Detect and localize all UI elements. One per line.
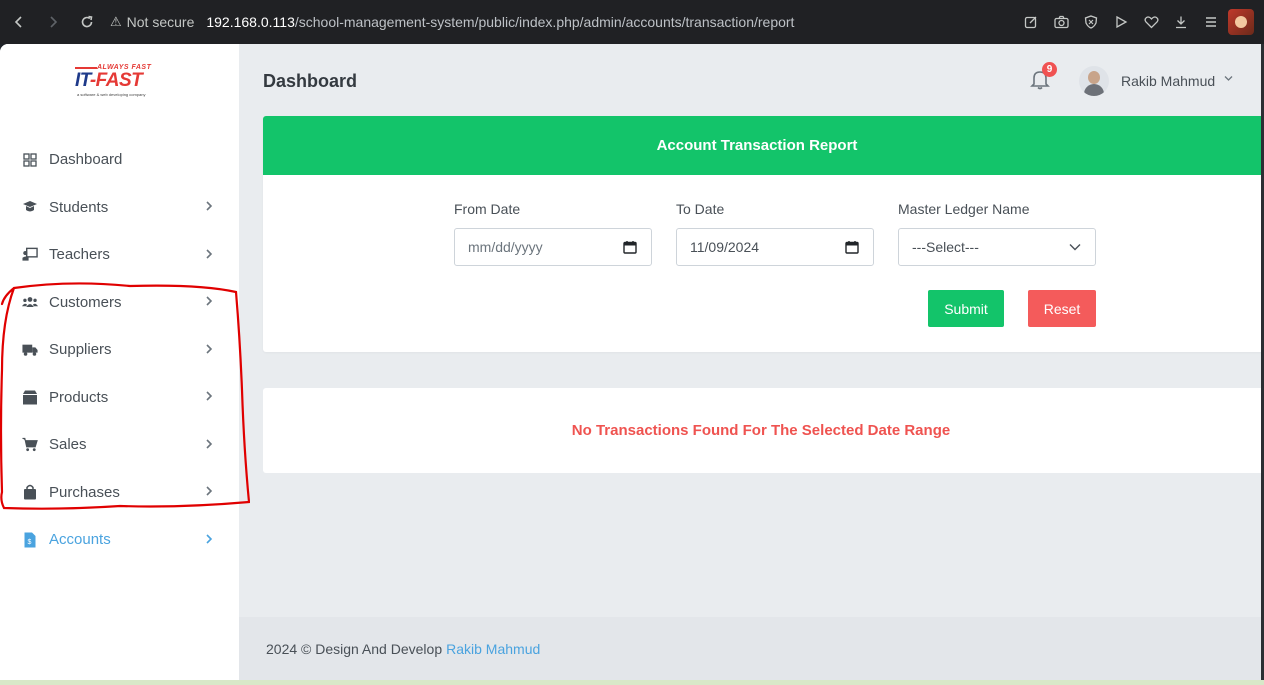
camera-icon[interactable] — [1048, 9, 1074, 35]
sidebar-item-label: Customers — [49, 293, 122, 311]
address-bar[interactable]: ⚠ Not secure 192.168.0.113/school-manage… — [110, 7, 794, 37]
master-ledger-select[interactable]: ---Select--- — [898, 228, 1096, 266]
calendar-icon[interactable] — [845, 240, 859, 254]
heart-icon[interactable] — [1138, 9, 1164, 35]
chevron-down-icon — [1069, 239, 1081, 254]
logo-brand-it: IT — [75, 70, 90, 91]
edit-icon[interactable] — [1018, 9, 1044, 35]
notification-badge: 9 — [1042, 62, 1057, 77]
shopping-bag-icon — [22, 484, 38, 500]
card-title: Account Transaction Report — [656, 137, 858, 154]
sidebar-item-dashboard[interactable]: Dashboard — [0, 136, 239, 184]
sidebar: ALWAYS FAST IT-FAST a software & web dev… — [0, 44, 250, 680]
chevron-right-icon — [205, 294, 213, 310]
user-name[interactable]: Rakib Mahmud — [1121, 73, 1215, 89]
to-date-input[interactable]: 11/09/2024 — [676, 228, 874, 266]
footer-author-link[interactable]: Rakib Mahmud — [446, 641, 540, 657]
chevron-right-icon — [205, 199, 213, 215]
master-ledger-selected: ---Select--- — [912, 239, 979, 255]
reset-button[interactable]: Reset — [1028, 290, 1096, 327]
submit-button[interactable]: Submit — [928, 290, 1004, 327]
users-icon — [22, 294, 38, 310]
cart-icon — [22, 437, 38, 453]
dashboard-icon — [22, 152, 38, 168]
empty-result-message: No Transactions Found For The Selected D… — [571, 422, 951, 439]
chevron-right-icon — [205, 437, 213, 453]
download-icon[interactable] — [1168, 9, 1194, 35]
logo-subtitle: a software & web developing company — [77, 92, 146, 97]
shield-icon[interactable] — [1078, 9, 1104, 35]
security-label: Not secure — [126, 14, 195, 30]
sidebar-item-sales[interactable]: Sales — [0, 421, 239, 469]
logo[interactable]: ALWAYS FAST IT-FAST a software & web dev… — [75, 64, 167, 100]
truck-icon — [22, 342, 38, 358]
from-date-label: From Date — [454, 201, 521, 217]
sidebar-item-label: Sales — [49, 436, 87, 454]
sidebar-item-label: Students — [49, 198, 109, 216]
chalkboard-teacher-icon — [22, 247, 38, 263]
card-header: Account Transaction Report — [263, 116, 1264, 175]
footer: 2024 © Design And Develop Rakib Mahmud — [239, 617, 1264, 680]
sidebar-item-students[interactable]: Students — [0, 184, 239, 232]
sidebar-item-suppliers[interactable]: Suppliers — [0, 326, 239, 374]
browser-toolbar: ⚠ Not secure 192.168.0.113/school-manage… — [0, 0, 1264, 44]
calendar-icon[interactable] — [623, 240, 637, 254]
sidebar-item-label: Accounts — [49, 531, 111, 549]
sidebar-menu: Dashboard Students Teachers Customers Su… — [0, 136, 239, 564]
url-host: 192.168.0.113 — [206, 14, 295, 30]
chevron-right-icon — [205, 532, 213, 548]
taskbar-strip — [0, 680, 1264, 685]
user-avatar[interactable] — [1079, 66, 1109, 96]
reload-icon[interactable] — [70, 7, 104, 37]
transaction-report-card: Account Transaction Report From Date mm/… — [263, 116, 1264, 352]
to-date-value: 11/09/2024 — [690, 239, 760, 255]
sidebar-item-customers[interactable]: Customers — [0, 279, 239, 327]
sidebar-item-label: Products — [49, 388, 109, 406]
to-date-group: To Date 11/09/2024 — [676, 201, 874, 266]
from-date-placeholder: mm/dd/yyyy — [468, 239, 543, 255]
logo-brand-fast: -FAST — [89, 70, 143, 91]
sidebar-item-label: Teachers — [49, 246, 110, 264]
play-icon[interactable] — [1108, 9, 1134, 35]
chevron-right-icon — [205, 342, 213, 358]
master-ledger-label: Master Ledger Name — [898, 201, 1030, 217]
chevron-right-icon — [205, 484, 213, 500]
url-path: /school-management-system/public/index.p… — [294, 14, 795, 30]
graduation-cap-icon — [22, 199, 38, 215]
page-title: Dashboard — [263, 71, 358, 91]
logo-brand: IT-FAST — [75, 70, 143, 92]
profile-avatar-icon[interactable] — [1228, 9, 1254, 35]
sidebar-item-label: Suppliers — [49, 341, 112, 359]
invoice-icon: $ — [22, 532, 38, 548]
master-ledger-group: Master Ledger Name ---Select--- — [898, 201, 1096, 266]
svg-text:$: $ — [28, 539, 32, 546]
from-date-group: From Date mm/dd/yyyy — [454, 201, 652, 266]
forward-icon[interactable] — [36, 7, 70, 37]
box-icon — [22, 389, 38, 405]
menu-icon[interactable] — [1198, 9, 1224, 35]
chevron-down-icon[interactable] — [1224, 73, 1233, 85]
from-date-input[interactable]: mm/dd/yyyy — [454, 228, 652, 266]
top-header: Dashboard 9 Rakib Mahmud — [239, 44, 1264, 116]
sidebar-item-purchases[interactable]: Purchases — [0, 469, 239, 517]
result-card: No Transactions Found For The Selected D… — [263, 388, 1264, 473]
sidebar-item-products[interactable]: Products — [0, 374, 239, 422]
sidebar-item-label: Purchases — [49, 483, 120, 501]
chevron-right-icon — [205, 247, 213, 263]
back-icon[interactable] — [2, 7, 36, 37]
sidebar-item-label: Dashboard — [49, 151, 123, 169]
to-date-label: To Date — [676, 201, 725, 217]
chevron-right-icon — [205, 389, 213, 405]
warning-icon: ⚠ — [110, 14, 122, 29]
sidebar-item-accounts[interactable]: $ Accounts — [0, 516, 239, 564]
footer-text: 2024 © Design And Develop — [266, 640, 443, 657]
sidebar-item-teachers[interactable]: Teachers — [0, 231, 239, 279]
app-window: ALWAYS FAST IT-FAST a software & web dev… — [0, 44, 1264, 680]
